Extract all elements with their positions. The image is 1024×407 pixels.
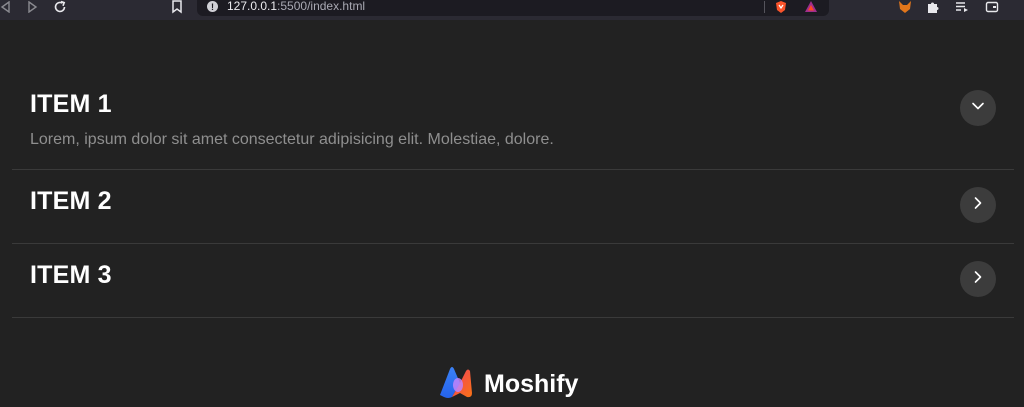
brave-shield-icon[interactable] <box>774 0 788 19</box>
chevron-right-icon <box>970 195 986 216</box>
bookmark-icon[interactable] <box>170 0 184 14</box>
accordion: ITEM 1 Lorem, ipsum dolor sit amet conse… <box>12 70 1014 318</box>
extensions-puzzle-icon[interactable] <box>926 0 940 14</box>
back-arrow-icon[interactable] <box>0 0 10 14</box>
url-divider <box>764 1 765 13</box>
accordion-toggle-button[interactable] <box>960 90 996 126</box>
playlist-icon[interactable] <box>955 0 969 14</box>
url-text[interactable]: 127.0.0.1:5500/index.html <box>227 0 365 13</box>
chevron-right-icon <box>970 269 986 290</box>
accordion-item-title[interactable]: ITEM 3 <box>30 261 112 290</box>
accordion-item-title[interactable]: ITEM 1 <box>30 90 112 119</box>
url-path: :5500/index.html <box>277 0 366 13</box>
site-info-icon[interactable]: ! <box>207 1 218 12</box>
address-bar[interactable]: ! 127.0.0.1:5500/index.html <box>197 0 829 16</box>
brand-logo[interactable]: Moshify <box>438 366 578 402</box>
accordion-toggle-button[interactable] <box>960 261 996 297</box>
brand-name: Moshify <box>484 369 579 398</box>
url-host: 127.0.0.1 <box>227 0 278 13</box>
accordion-item-3[interactable]: ITEM 3 <box>12 244 1014 318</box>
chevron-down-icon <box>970 98 986 119</box>
extension-fox-icon[interactable] <box>897 0 913 14</box>
reload-icon[interactable] <box>53 0 67 14</box>
browser-toolbar: ! 127.0.0.1:5500/index.html <box>0 0 1024 20</box>
accordion-item-2[interactable]: ITEM 2 <box>12 170 1014 244</box>
forward-arrow-icon[interactable] <box>27 0 39 14</box>
moshify-logo-icon <box>438 365 474 404</box>
accordion-item-title[interactable]: ITEM 2 <box>30 187 112 216</box>
accordion-item-description: Lorem, ipsum dolor sit amet consectetur … <box>30 131 554 148</box>
wallet-icon[interactable] <box>985 0 999 14</box>
brave-rewards-icon[interactable] <box>804 0 818 19</box>
accordion-item-1[interactable]: ITEM 1 Lorem, ipsum dolor sit amet conse… <box>12 70 1014 170</box>
accordion-toggle-button[interactable] <box>960 187 996 223</box>
